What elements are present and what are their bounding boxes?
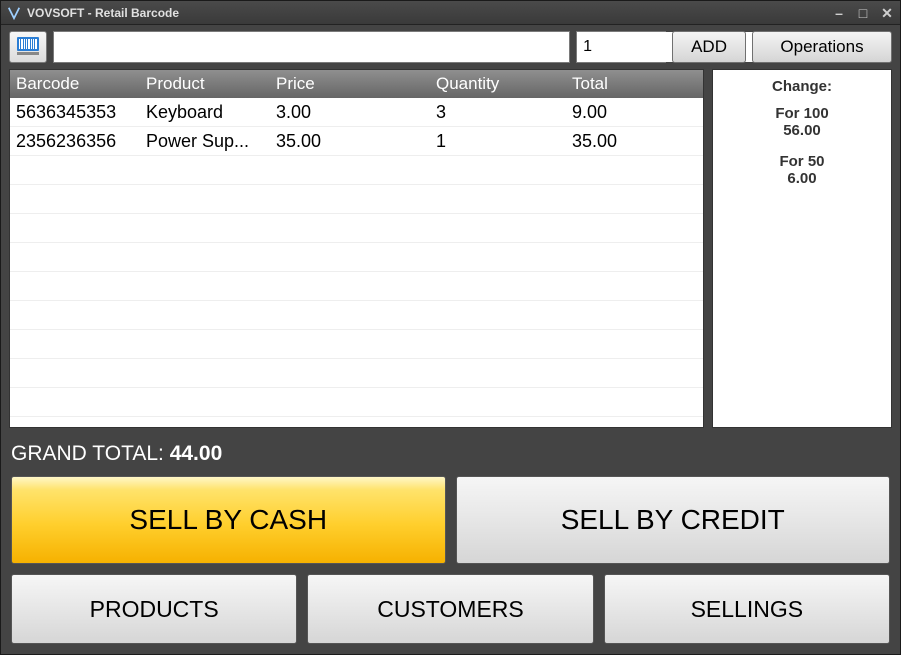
empty-row bbox=[10, 185, 703, 214]
column-header-price[interactable]: Price bbox=[270, 74, 430, 94]
sell-by-cash-button[interactable]: SELL BY CASH bbox=[11, 476, 446, 564]
cell-product: Keyboard bbox=[140, 102, 270, 123]
input-toolbar: ▲ ▼ ADD Operations bbox=[1, 25, 900, 69]
window-controls: – □ ✕ bbox=[832, 6, 894, 20]
empty-row bbox=[10, 243, 703, 272]
cell-price: 35.00 bbox=[270, 131, 430, 152]
add-button[interactable]: ADD bbox=[672, 31, 746, 63]
quantity-stepper[interactable]: ▲ ▼ bbox=[576, 31, 666, 63]
cell-product: Power Sup... bbox=[140, 131, 270, 152]
operations-button[interactable]: Operations bbox=[752, 31, 892, 63]
empty-row bbox=[10, 388, 703, 417]
cell-quantity: 3 bbox=[430, 102, 566, 123]
maximize-button[interactable]: □ bbox=[856, 6, 870, 20]
table-header: Barcode Product Price Quantity Total bbox=[10, 70, 703, 98]
cell-price: 3.00 bbox=[270, 102, 430, 123]
column-header-quantity[interactable]: Quantity bbox=[430, 74, 566, 94]
empty-row bbox=[10, 156, 703, 185]
titlebar: VOVSOFT - Retail Barcode – □ ✕ bbox=[1, 1, 900, 25]
change-value: 56.00 bbox=[717, 122, 887, 139]
content-area: Barcode Product Price Quantity Total 563… bbox=[1, 69, 900, 436]
change-value: 6.00 bbox=[717, 170, 887, 187]
customers-button[interactable]: CUSTOMERS bbox=[307, 574, 593, 644]
change-block: For 10056.00 bbox=[717, 105, 887, 139]
barcode-input[interactable] bbox=[53, 31, 570, 63]
column-header-product[interactable]: Product bbox=[140, 74, 270, 94]
window-title: VOVSOFT - Retail Barcode bbox=[27, 6, 832, 20]
nav-row: PRODUCTS CUSTOMERS SELLINGS bbox=[1, 574, 900, 654]
sell-by-credit-button[interactable]: SELL BY CREDIT bbox=[456, 476, 891, 564]
empty-row bbox=[10, 272, 703, 301]
sell-row: SELL BY CASH SELL BY CREDIT bbox=[1, 476, 900, 574]
column-header-barcode[interactable]: Barcode bbox=[10, 74, 140, 94]
empty-row bbox=[10, 301, 703, 330]
cell-quantity: 1 bbox=[430, 131, 566, 152]
change-heading: Change: bbox=[717, 78, 887, 95]
table-row[interactable]: 2356236356Power Sup...35.00135.00 bbox=[10, 127, 703, 156]
change-label: For 50 bbox=[717, 153, 887, 170]
close-button[interactable]: ✕ bbox=[880, 6, 894, 20]
grand-total-label: GRAND TOTAL: bbox=[11, 442, 170, 465]
items-table: Barcode Product Price Quantity Total 563… bbox=[9, 69, 704, 428]
barcode-icon bbox=[17, 37, 39, 58]
table-row[interactable]: 5636345353Keyboard3.0039.00 bbox=[10, 98, 703, 127]
table-body: 5636345353Keyboard3.0039.002356236356Pow… bbox=[10, 98, 703, 427]
change-label: For 100 bbox=[717, 105, 887, 122]
app-logo-icon bbox=[7, 6, 21, 20]
empty-row bbox=[10, 214, 703, 243]
minimize-button[interactable]: – bbox=[832, 6, 846, 20]
empty-row bbox=[10, 330, 703, 359]
cell-barcode: 2356236356 bbox=[10, 131, 140, 152]
cell-total: 35.00 bbox=[566, 131, 703, 152]
grand-total-value: 44.00 bbox=[170, 442, 223, 465]
cell-barcode: 5636345353 bbox=[10, 102, 140, 123]
barcode-scan-button[interactable] bbox=[9, 31, 47, 63]
products-button[interactable]: PRODUCTS bbox=[11, 574, 297, 644]
grand-total: GRAND TOTAL: 44.00 bbox=[1, 436, 900, 476]
empty-row bbox=[10, 359, 703, 388]
cell-total: 9.00 bbox=[566, 102, 703, 123]
change-block: For 506.00 bbox=[717, 153, 887, 187]
column-header-total[interactable]: Total bbox=[566, 74, 703, 94]
sellings-button[interactable]: SELLINGS bbox=[604, 574, 890, 644]
change-panel: Change: For 10056.00 For 506.00 bbox=[712, 69, 892, 428]
app-window: VOVSOFT - Retail Barcode – □ ✕ bbox=[0, 0, 901, 655]
